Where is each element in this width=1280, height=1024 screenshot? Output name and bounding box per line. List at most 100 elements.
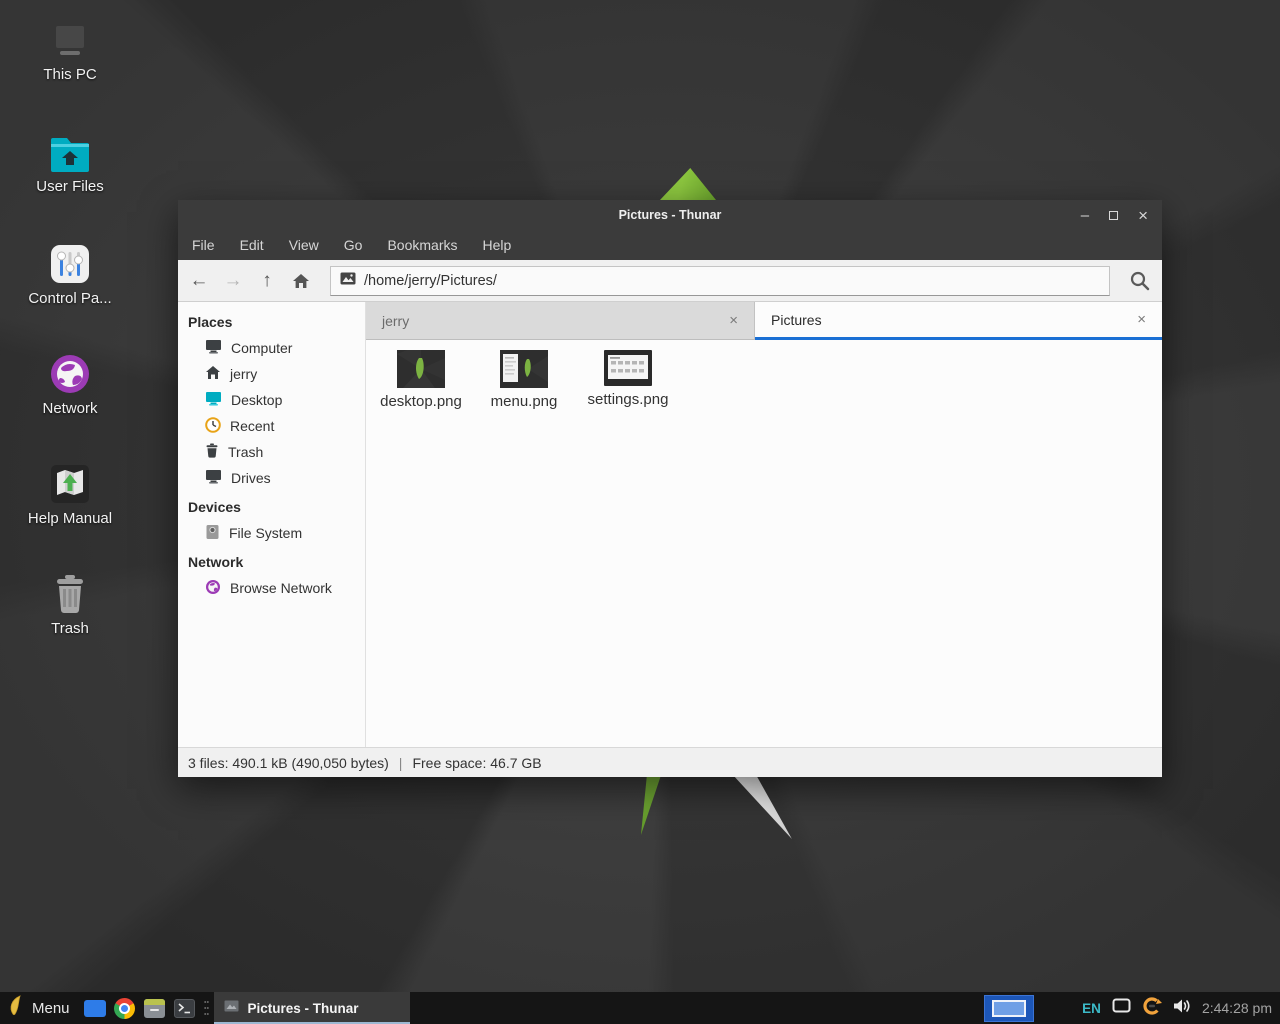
file-settings-png[interactable]: settings.png <box>578 350 678 408</box>
desktop-icon-label: Control Pa... <box>10 290 130 307</box>
sidebar-item-file-system[interactable]: File System <box>178 520 365 546</box>
sidebar-header-places: Places <box>178 306 365 335</box>
desktop-icon-label: Network <box>10 400 130 417</box>
tab-label: jerry <box>382 313 719 329</box>
file-name: settings.png <box>578 391 678 408</box>
trash-can-icon <box>10 574 130 616</box>
trash-icon <box>205 443 219 461</box>
file-desktop-png[interactable]: desktop.png <box>371 350 471 410</box>
sidebar-item-jerry[interactable]: jerry <box>178 361 365 387</box>
desktop-icon-this-pc[interactable]: This PC <box>10 24 130 83</box>
terminal-icon[interactable] <box>170 992 200 1024</box>
volume-icon[interactable] <box>1173 998 1191 1019</box>
computer-icon <box>205 339 222 357</box>
file-name: menu.png <box>474 393 574 410</box>
sidebar-item-label: Browse Network <box>230 580 332 596</box>
sidebar-item-label: jerry <box>230 366 257 382</box>
toolbar: ← → ↑ /home/jerry/Pictures/ <box>178 260 1162 302</box>
sidebar-item-recent[interactable]: Recent <box>178 413 365 439</box>
desktop-icon-trash[interactable]: Trash <box>10 574 130 637</box>
desktop: This PC User Files Cont <box>0 0 1280 1024</box>
recent-clock-icon <box>205 417 221 436</box>
menu-view[interactable]: View <box>289 237 319 253</box>
sidebar-item-browse-network[interactable]: Browse Network <box>178 575 365 601</box>
taskbar-window-button[interactable]: Pictures - Thunar <box>214 992 410 1024</box>
home-button[interactable] <box>284 266 318 296</box>
hard-drive-icon <box>205 524 220 543</box>
desktop-icon-label: Trash <box>10 620 130 637</box>
sidebar-item-label: Trash <box>228 444 263 460</box>
close-button[interactable]: × <box>1138 207 1148 224</box>
desktop-monitor-icon <box>205 391 222 409</box>
status-files-summary: 3 files: 490.1 kB (490,050 bytes) <box>188 755 389 771</box>
workspace-window-preview <box>992 1000 1026 1017</box>
file-menu-png[interactable]: menu.png <box>474 350 574 410</box>
menu-button-label: Menu <box>32 1000 70 1017</box>
path-bar[interactable]: /home/jerry/Pictures/ <box>330 266 1110 296</box>
tab-close-icon[interactable]: × <box>1127 311 1146 328</box>
menu-bookmarks[interactable]: Bookmarks <box>387 237 457 253</box>
menu-edit[interactable]: Edit <box>240 237 264 253</box>
menu-file[interactable]: File <box>192 237 215 253</box>
sidebar-item-computer[interactable]: Computer <box>178 335 365 361</box>
keyboard-layout-indicator[interactable]: EN <box>1082 1001 1101 1016</box>
display-tray-icon[interactable] <box>1112 998 1131 1018</box>
control-panel-icon <box>10 244 130 286</box>
sidebar-item-label: Desktop <box>231 392 282 408</box>
sidebar-item-drives[interactable]: Drives <box>178 465 365 491</box>
tab-jerry[interactable]: jerry × <box>366 302 755 340</box>
desktop-png-thumbnail <box>371 350 471 388</box>
help-manual-icon <box>10 464 130 506</box>
desktop-icon-help-manual[interactable]: Help Manual <box>10 464 130 527</box>
drives-icon <box>205 469 222 487</box>
back-button[interactable]: ← <box>182 266 216 296</box>
browse-network-globe-icon <box>205 579 221 598</box>
sidebar-header-network: Network <box>178 546 365 575</box>
desktop-icon-label: This PC <box>10 66 130 83</box>
maximize-button[interactable] <box>1109 211 1118 220</box>
file-name: desktop.png <box>371 393 471 410</box>
up-button[interactable]: ↑ <box>250 266 284 296</box>
taskbar: Menu Pictures - Thunar EN <box>0 992 1280 1024</box>
file-list: desktop.png <box>366 340 1162 747</box>
path-text: /home/jerry/Pictures/ <box>364 273 497 289</box>
panel-drag-handle-icon[interactable] <box>203 992 211 1024</box>
sidebar-header-devices: Devices <box>178 491 365 520</box>
file-manager-icon[interactable] <box>140 992 170 1024</box>
status-separator: | <box>399 755 403 771</box>
menu-button[interactable]: Menu <box>0 992 80 1024</box>
tab-bar: jerry × Pictures × <box>366 302 1162 340</box>
system-tray: EN 2:44:28 pm <box>1082 996 1280 1021</box>
desktop-icon-network[interactable]: Network <box>10 354 130 417</box>
status-bar: 3 files: 490.1 kB (490,050 bytes) | Free… <box>178 747 1162 777</box>
update-manager-icon[interactable] <box>1142 996 1162 1021</box>
settings-png-thumbnail <box>578 350 678 386</box>
workspace-switcher[interactable] <box>984 995 1034 1022</box>
clock[interactable]: 2:44:28 pm <box>1202 1000 1272 1016</box>
desktop-icon-label: User Files <box>10 178 130 195</box>
desktop-icon-user-files[interactable]: User Files <box>10 134 130 195</box>
blue-window-icon[interactable] <box>80 992 110 1024</box>
desktop-icon-label: Help Manual <box>10 510 130 527</box>
sidebar-item-desktop[interactable]: Desktop <box>178 387 365 413</box>
menubar: File Edit View Go Bookmarks Help <box>178 230 1162 260</box>
titlebar[interactable]: Pictures - Thunar – × <box>178 200 1162 230</box>
tab-close-icon[interactable]: × <box>719 312 738 329</box>
sidebar-item-label: Computer <box>231 340 292 356</box>
status-free-space: Free space: 46.7 GB <box>412 755 541 771</box>
sidebar-item-trash[interactable]: Trash <box>178 439 365 465</box>
sidebar: Places Computer jerry Desktop Recent <box>178 302 366 747</box>
desktop-icon-control-panel[interactable]: Control Pa... <box>10 244 130 307</box>
menu-go[interactable]: Go <box>344 237 363 253</box>
user-files-folder-icon <box>10 134 130 174</box>
menu-help[interactable]: Help <box>483 237 512 253</box>
chrome-browser-icon[interactable] <box>110 992 140 1024</box>
sidebar-item-label: File System <box>229 525 302 541</box>
minimize-button[interactable]: – <box>1081 208 1089 223</box>
this-pc-icon <box>10 24 130 62</box>
search-button[interactable] <box>1120 264 1158 298</box>
tab-pictures[interactable]: Pictures × <box>755 302 1162 340</box>
window-title: Pictures - Thunar <box>619 208 722 222</box>
file-pane: jerry × Pictures × <box>366 302 1162 747</box>
forward-button[interactable]: → <box>216 266 250 296</box>
